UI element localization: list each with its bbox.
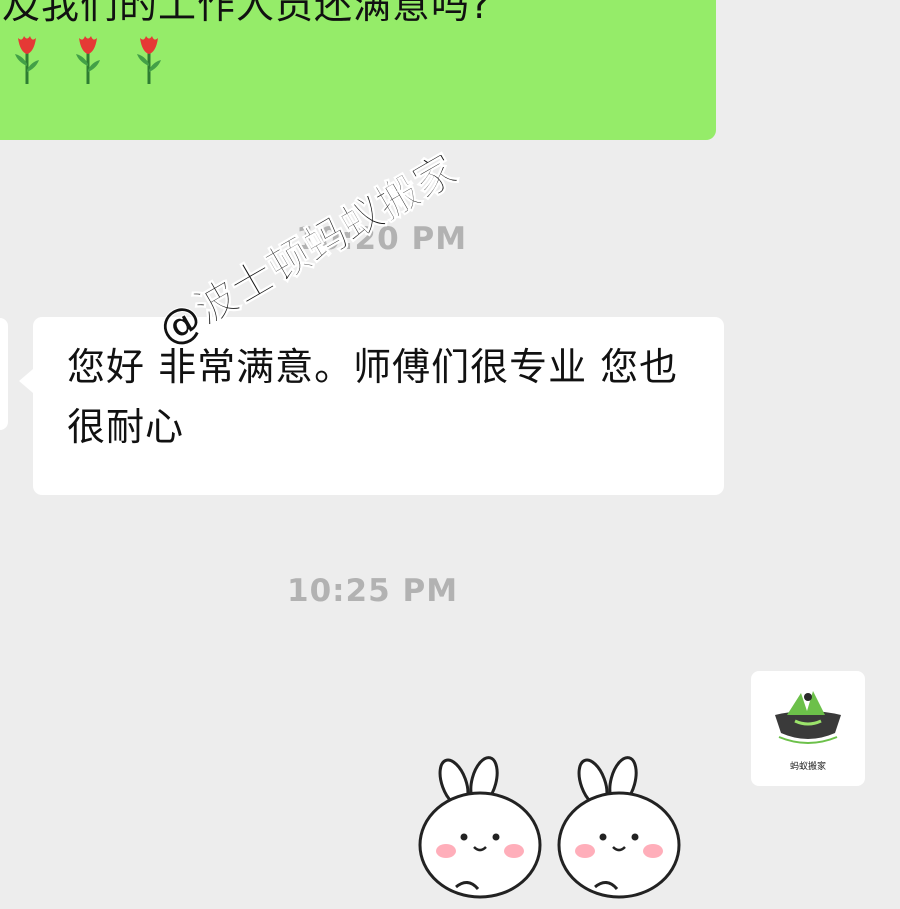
received-message-bubble[interactable]: 您好 非常满意。师傅们很专业 您也很耐心	[19, 317, 724, 495]
received-message-text: 您好 非常满意。师傅们很专业 您也很耐心	[67, 345, 679, 449]
sent-message-text: 及我们的工作人员还满意吗?	[2, 0, 492, 27]
avatar-caption: 蚂蚁搬家	[789, 762, 826, 772]
message-timestamp: 10:25 PM	[287, 573, 459, 609]
ant-moving-logo-icon	[775, 691, 841, 744]
rose-icon	[10, 32, 44, 90]
contact-avatar[interactable]	[0, 318, 8, 430]
user-avatar[interactable]: 蚂蚁搬家	[751, 671, 865, 786]
rose-icon	[71, 32, 105, 90]
bunny-sticker[interactable]	[551, 755, 691, 909]
bunny-sticker[interactable]	[412, 755, 552, 909]
sent-message-bubble[interactable]: 及我们的工作人员还满意吗?	[0, 0, 716, 140]
rose-emoji-row	[10, 32, 188, 90]
rose-icon	[132, 32, 166, 90]
